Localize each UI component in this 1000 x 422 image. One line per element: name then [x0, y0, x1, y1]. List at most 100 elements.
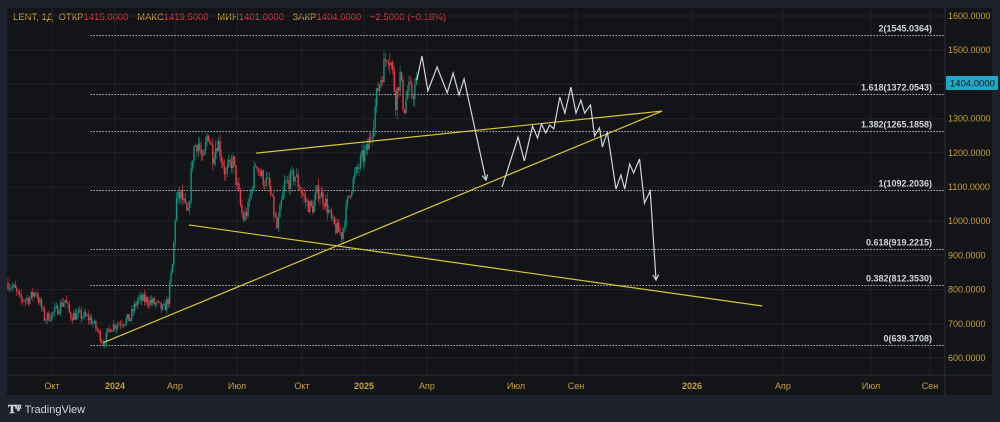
candle-body: [18, 292, 21, 295]
candle-body: [132, 309, 134, 312]
candle-body: [289, 171, 292, 190]
candle-body: [223, 166, 226, 174]
candle-body: [238, 183, 240, 192]
tradingview-icon: 𝐓ⱋ: [8, 402, 22, 416]
fibonacci-levels: 2(1545.0364) 1.618(1372.0543) 1.382(1265.1…: [90, 24, 944, 346]
candle-body: [209, 140, 211, 144]
candle-body: [11, 286, 14, 288]
candle-body: [203, 150, 205, 156]
candle-body: [389, 63, 391, 66]
candle-body: [215, 147, 217, 159]
candle-body: [106, 328, 109, 333]
candle-body: [133, 303, 136, 312]
candle-body: [271, 194, 274, 197]
candle-body: [73, 312, 75, 321]
candle-body: [338, 222, 340, 232]
candle-body: [35, 293, 37, 295]
time-tick-label: Сен: [922, 381, 939, 391]
candle-body: [32, 291, 34, 297]
candle-body: [294, 176, 296, 182]
candle-body: [180, 190, 182, 199]
candle-body: [24, 299, 27, 302]
candle-body: [241, 204, 243, 214]
candle-body: [295, 174, 298, 177]
candle-body: [282, 191, 284, 200]
candle-body: [42, 307, 44, 309]
candle-body: [403, 109, 406, 113]
candle-body: [412, 97, 415, 99]
candle-body: [62, 303, 65, 307]
candle-body: [352, 178, 354, 192]
candle-body: [414, 84, 416, 99]
candle-body: [351, 191, 353, 196]
candle-body: [319, 197, 321, 200]
candle-body: [212, 144, 214, 164]
candle-body: [239, 191, 242, 205]
candle-body: [150, 299, 153, 303]
candle-body: [364, 150, 366, 162]
candle-body: [370, 137, 372, 139]
candle-body: [226, 165, 228, 172]
candle-body: [330, 210, 333, 218]
candle-body: [39, 299, 41, 303]
candle-body: [393, 70, 395, 92]
candle-body: [251, 188, 254, 190]
candle-body: [340, 232, 343, 240]
candle-body: [228, 159, 230, 166]
candle-body: [310, 201, 312, 206]
candle-body: [58, 312, 60, 315]
candle-body: [314, 192, 317, 201]
candle-body: [274, 215, 277, 217]
price-chart[interactable]: 2(1545.0364) 1.618(1372.0543) 1.382(1265.1…: [0, 0, 1000, 422]
candle-body: [267, 177, 269, 179]
candle-body: [232, 156, 234, 168]
time-axis[interactable]: Окт 2024 Апр Июл Окт 2025 Апр Июл Сен 2026 Апр Июл С…: [44, 381, 938, 391]
candle-body: [217, 141, 220, 152]
candle-body: [233, 156, 236, 166]
candle-body: [264, 185, 266, 186]
candle-body: [323, 204, 326, 207]
candle-body: [98, 330, 100, 332]
candle-body: [397, 87, 400, 91]
candle-body: [368, 137, 370, 150]
candle-body: [117, 324, 119, 327]
candle-body: [159, 301, 161, 303]
candle-body: [304, 195, 307, 202]
candle-body: [336, 222, 339, 233]
candle-body: [402, 79, 404, 110]
price-axis[interactable]: 1600.0000 1500.0000 1300.0000 1200.0000 1100…: [948, 11, 991, 363]
candle-body: [356, 167, 359, 169]
candle-body: [248, 198, 251, 203]
fib-level-label: 0.618(919.2215): [866, 238, 932, 248]
candle-body: [111, 330, 113, 333]
candle-body: [312, 205, 314, 213]
candle-body: [140, 295, 143, 301]
candle-body: [146, 297, 148, 304]
tradingview-logo[interactable]: 𝐓ⱋ TradingView: [8, 402, 85, 417]
candle-body: [183, 198, 185, 201]
candle-body: [386, 60, 388, 62]
candle-body: [43, 307, 46, 321]
candle-body: [145, 297, 147, 302]
candle-body: [381, 79, 384, 83]
candle-body: [74, 312, 77, 320]
candle-body: [80, 310, 82, 319]
candle-body: [219, 141, 221, 157]
candle-body: [119, 323, 122, 325]
candle-body: [108, 328, 110, 330]
candle-body: [104, 344, 106, 345]
candle-body: [163, 303, 165, 305]
candle-body: [64, 299, 66, 304]
candle-body: [343, 226, 346, 228]
candle-body: [225, 171, 227, 174]
candle-body: [135, 303, 137, 306]
candle-body: [204, 141, 207, 151]
fib-level-label: 0.382(812.3530): [866, 274, 932, 284]
candle-body: [326, 198, 328, 214]
fib-level-label: 2(1545.0364): [878, 24, 932, 34]
candle-body: [405, 99, 407, 113]
candle-body: [222, 161, 224, 167]
candle-body: [197, 143, 200, 152]
candle-body: [160, 302, 162, 310]
candle-body: [87, 315, 90, 321]
